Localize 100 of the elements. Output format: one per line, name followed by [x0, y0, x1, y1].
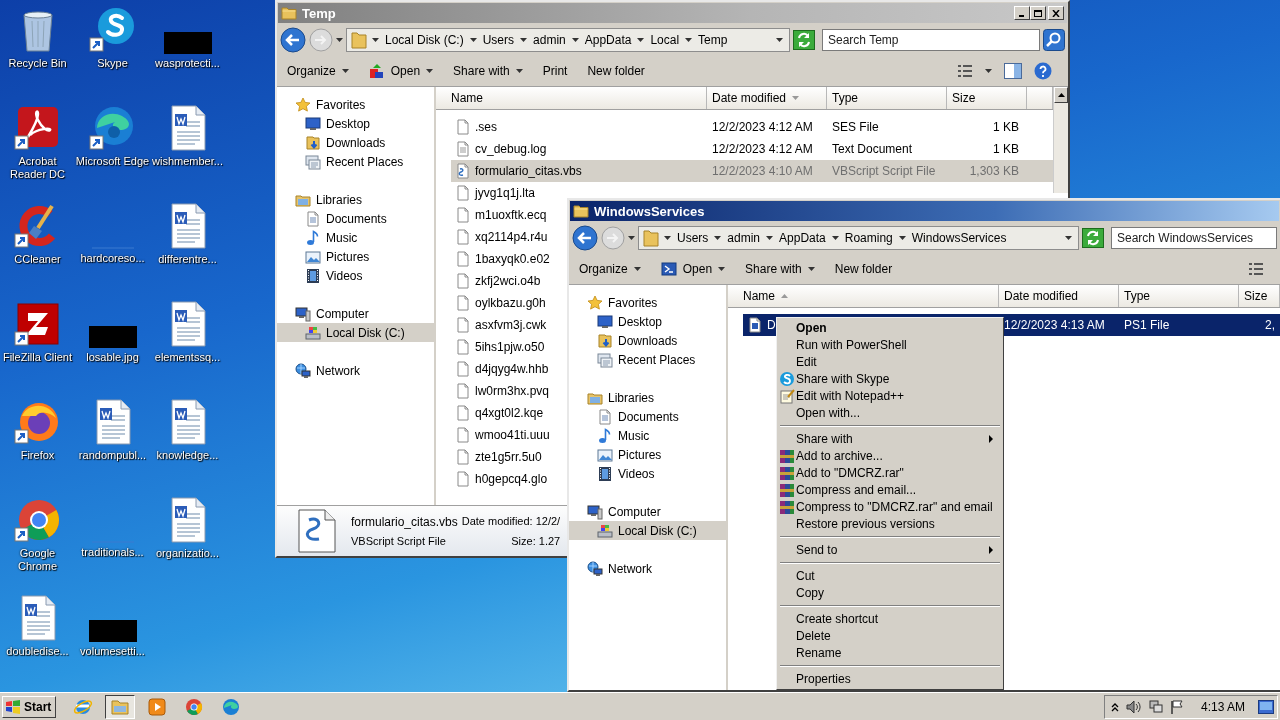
column-header[interactable]: Size: [947, 87, 1027, 109]
nav-item[interactable]: Recent Places: [277, 152, 434, 171]
breadcrumb[interactable]: Users: [481, 33, 516, 47]
file-row[interactable]: 1baxyqk0.e02: [451, 248, 559, 270]
toolbar-button[interactable]: Share with: [743, 260, 817, 278]
nav-item[interactable]: Downloads: [569, 331, 726, 350]
column-header[interactable]: Name: [436, 87, 707, 109]
file-row[interactable]: m1uoxftk.ecq: [451, 204, 556, 226]
minimize-button[interactable]: [1014, 6, 1030, 20]
desktop-icon[interactable]: Google Chrome: [0, 492, 75, 573]
desktop-icon[interactable]: Acrobat Reader DC: [0, 100, 75, 181]
nav-item[interactable]: Pictures: [569, 445, 726, 464]
desktop-icon[interactable]: elementssq...: [150, 296, 225, 364]
nav-item[interactable]: Documents: [569, 407, 726, 426]
file-row[interactable]: cv_debug.log 12/2/2023 4:12 AM Text Document 1 KB: [451, 138, 1053, 160]
toolbar-button[interactable]: Organize: [285, 62, 351, 80]
nav-item[interactable]: Network: [569, 559, 726, 578]
taskbar-button[interactable]: [105, 694, 136, 719]
nav-item[interactable]: Favorites: [569, 293, 726, 312]
menu-item[interactable]: Open: [779, 319, 1001, 336]
preview-pane-icon[interactable]: [1004, 63, 1022, 79]
menu-item[interactable]: Edit with Notepad++: [779, 387, 1001, 404]
nav-item[interactable]: Favorites: [277, 95, 434, 114]
file-row[interactable]: d4jqyg4w.hhb: [451, 358, 558, 380]
desktop-icon[interactable]: losable.jpg: [75, 296, 150, 364]
maximize-button[interactable]: [1030, 6, 1046, 20]
desktop-icon[interactable]: Skype: [75, 2, 150, 70]
nav-item[interactable]: Local Disk (C:): [277, 323, 434, 342]
help-icon[interactable]: [1034, 62, 1052, 80]
breadcrumb[interactable]: Users: [676, 231, 710, 245]
desktop-icon[interactable]: hardcoreso...: [75, 198, 150, 265]
column-header[interactable]: Type: [827, 87, 947, 109]
caret-icon[interactable]: [776, 38, 783, 42]
desktop-icon[interactable]: knowledge...: [150, 394, 225, 462]
nav-item[interactable]: Computer: [569, 502, 726, 521]
menu-item[interactable]: Run with PowerShell: [779, 336, 1001, 353]
menu-item[interactable]: Edit: [779, 353, 1001, 370]
desktop-icon[interactable]: wasprotecti...: [150, 2, 225, 70]
speaker-icon[interactable]: [1125, 699, 1142, 714]
menu-item[interactable]: Open with...: [779, 404, 1001, 421]
menu-item[interactable]: Delete: [779, 627, 1001, 644]
file-row[interactable]: h0gepcq4.glo: [451, 468, 557, 490]
toolbar-button[interactable]: Share with: [451, 62, 525, 80]
column-header[interactable]: Type: [1119, 285, 1239, 307]
caret-icon[interactable]: [637, 38, 645, 42]
nav-item[interactable]: Network: [277, 361, 434, 380]
nav-item[interactable]: Music: [277, 228, 434, 247]
breadcrumb[interactable]: admin: [726, 231, 762, 245]
menu-item[interactable]: Properties: [779, 670, 1001, 687]
nav-item[interactable]: Libraries: [569, 388, 726, 407]
column-header[interactable]: Size: [1239, 285, 1280, 307]
start-button[interactable]: Start: [2, 695, 57, 718]
menu-item[interactable]: Create shortcut: [779, 610, 1001, 627]
menu-item[interactable]: Copy: [779, 584, 1001, 601]
nav-item[interactable]: Recent Places: [569, 350, 726, 369]
file-row[interactable]: asxfvm3j.cwk: [451, 314, 556, 336]
caret-icon[interactable]: [336, 38, 343, 42]
search-field[interactable]: Search Temp: [822, 29, 1040, 51]
nav-item[interactable]: Pictures: [277, 247, 434, 266]
caret-icon[interactable]: [985, 69, 992, 73]
caret-icon[interactable]: [685, 38, 693, 42]
caret-icon[interactable]: [714, 236, 722, 240]
desktop-icon[interactable]: wishmember...: [150, 100, 225, 168]
caret-icon[interactable]: [372, 38, 379, 42]
refresh-button[interactable]: [1082, 228, 1104, 248]
flag-icon[interactable]: [1169, 699, 1184, 714]
back-button[interactable]: [280, 27, 306, 53]
view-options-icon[interactable]: [957, 64, 973, 78]
nav-item[interactable]: Videos: [569, 464, 726, 483]
menu-item[interactable]: Rename: [779, 644, 1001, 661]
search-button[interactable]: [1043, 29, 1065, 51]
breadcrumb[interactable]: Local Disk (C:): [384, 33, 465, 47]
desktop-icon[interactable]: Recycle Bin: [0, 2, 75, 70]
nav-item[interactable]: Computer: [277, 304, 434, 323]
menu-item[interactable]: Add to "DMCRZ.rar": [779, 464, 1001, 481]
caret-icon[interactable]: [831, 236, 839, 240]
desktop-icon[interactable]: differentre...: [150, 198, 225, 266]
caret-icon[interactable]: [520, 38, 528, 42]
caret-icon[interactable]: [766, 236, 774, 240]
toolbar-button[interactable]: Organize: [577, 260, 643, 278]
caret-icon[interactable]: [469, 38, 477, 42]
desktop-icon[interactable]: FileZilla Client: [0, 296, 75, 364]
file-row[interactable]: lw0rm3hx.pvq: [451, 380, 559, 402]
nav-item[interactable]: Local Disk (C:): [569, 521, 726, 540]
caret-icon[interactable]: [1065, 236, 1072, 240]
chevron-up-icon[interactable]: [1110, 701, 1119, 712]
nav-item[interactable]: Desktop: [277, 114, 434, 133]
menu-item[interactable]: Send to: [779, 541, 1001, 558]
file-row[interactable]: q4xgt0l2.kqe: [451, 402, 553, 424]
nav-item[interactable]: Downloads: [277, 133, 434, 152]
desktop-icon[interactable]: organizatio...: [150, 492, 225, 560]
caret-icon[interactable]: [628, 236, 635, 240]
column-header[interactable]: Date modified: [999, 285, 1119, 307]
column-header[interactable]: Date modified: [707, 87, 827, 109]
file-row[interactable]: 5ihs1pjw.o50: [451, 336, 554, 358]
menu-item[interactable]: Share with: [779, 430, 1001, 447]
caret-icon[interactable]: [571, 38, 579, 42]
file-row[interactable]: zte1g5rr.5u0: [451, 446, 551, 468]
nav-item[interactable]: Desktop: [569, 312, 726, 331]
breadcrumb[interactable]: admin: [532, 33, 567, 47]
